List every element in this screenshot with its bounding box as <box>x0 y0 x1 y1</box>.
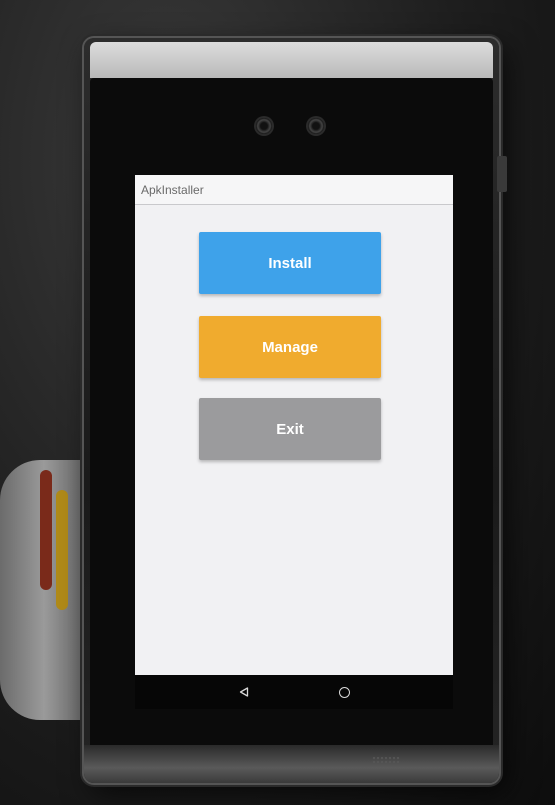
side-power-button <box>497 156 507 192</box>
camera-left-icon <box>256 118 272 134</box>
device-top-strip <box>90 42 493 78</box>
red-wire <box>40 470 52 590</box>
android-navbar <box>135 675 453 709</box>
manage-button[interactable]: Manage <box>199 316 381 378</box>
photo-scene: ApkInstaller Install Manage Exit <box>0 0 555 805</box>
camera-right-icon <box>308 118 324 134</box>
exit-button[interactable]: Exit <box>199 398 381 460</box>
back-triangle-icon[interactable] <box>239 687 249 697</box>
app-title: ApkInstaller <box>141 182 204 197</box>
exit-button-label: Exit <box>276 420 304 438</box>
home-circle-icon[interactable] <box>338 686 350 698</box>
app-titlebar: ApkInstaller <box>135 175 453 205</box>
install-button-label: Install <box>268 254 312 272</box>
device-bottom-rim <box>84 745 499 783</box>
manage-button-label: Manage <box>262 338 318 356</box>
yellow-wire <box>56 490 68 610</box>
app-screen: ApkInstaller Install Manage Exit <box>135 175 453 675</box>
speaker-grille <box>372 756 400 766</box>
install-button[interactable]: Install <box>199 232 381 294</box>
